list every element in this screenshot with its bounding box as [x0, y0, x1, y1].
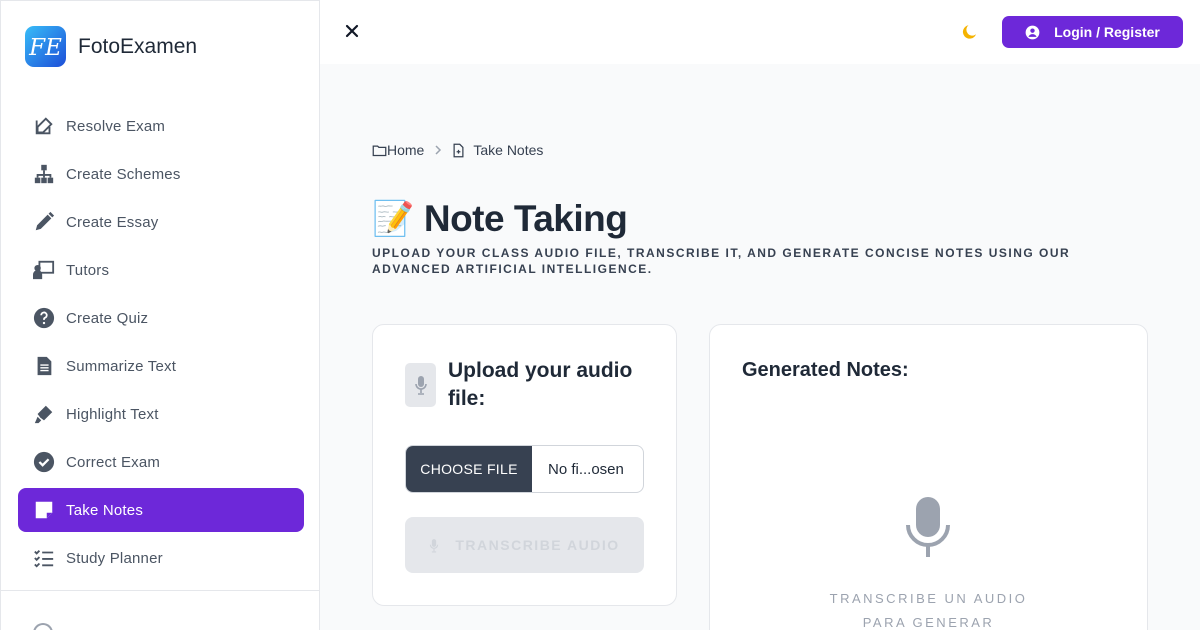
notes-empty-line2: para generar: [862, 615, 995, 630]
edit-square-icon: [33, 115, 55, 137]
transcribe-audio-button[interactable]: TRANSCRIBE AUDIO: [405, 517, 644, 573]
sidebar-item-label: Tutors: [66, 261, 110, 279]
microphone-icon: [405, 363, 436, 407]
sidebar-item-label: Summarize Text: [66, 357, 177, 375]
upload-header: Upload your audio file:: [405, 357, 638, 413]
brand-name: FotoExamen: [78, 34, 198, 58]
sidebar-item-take-notes[interactable]: Take Notes: [18, 488, 304, 532]
checklist-icon: [33, 547, 55, 569]
page-title-text: Note Taking: [423, 198, 628, 239]
hierarchy-icon: [33, 163, 55, 185]
sidebar-item-label: Take Notes: [66, 501, 144, 519]
sidebar-item-label: Create Essay: [66, 213, 159, 231]
sticky-note-icon: [33, 499, 55, 521]
breadcrumb-home[interactable]: Home: [372, 142, 424, 158]
generated-notes-card: Generated Notes: Transcribe un audio par…: [709, 324, 1148, 630]
document-icon: [33, 355, 55, 377]
sidebar-divider: [1, 590, 320, 591]
sidebar-item-highlight-text[interactable]: Highlight Text: [18, 392, 304, 436]
sidebar-item-label: Correct Exam: [66, 453, 161, 471]
sidebar-item-study-planner[interactable]: Study Planner: [18, 536, 304, 580]
logo-text: FE: [28, 35, 62, 61]
sidebar-item-correct-exam[interactable]: Correct Exam: [18, 440, 304, 484]
microphone-icon: [429, 538, 439, 553]
close-icon: [345, 24, 359, 38]
microphone-icon: [903, 495, 953, 566]
settings-icon[interactable]: [33, 623, 53, 630]
folder-icon: [372, 144, 387, 157]
sidebar-item-create-schemes[interactable]: Create Schemes: [18, 152, 304, 196]
notes-title: Generated Notes:: [742, 359, 909, 381]
breadcrumb-current-label: Take Notes: [473, 142, 544, 158]
breadcrumb-current: Take Notes: [452, 142, 543, 158]
audio-file-input[interactable]: CHOOSE FILE No fi...osen: [405, 445, 644, 493]
sidebar-item-label: Create Quiz: [66, 309, 149, 327]
topbar: Login / Register: [320, 0, 1200, 64]
login-register-button[interactable]: Login / Register: [1002, 16, 1183, 48]
close-sidebar-button[interactable]: [342, 21, 362, 41]
notes-empty-line1: Transcribe un audio: [829, 591, 1028, 606]
pencil-icon: [33, 211, 55, 233]
breadcrumb: Home Take Notes: [372, 142, 543, 158]
sidebar-item-resolve-exam[interactable]: Resolve Exam: [18, 104, 304, 148]
brand[interactable]: FE FotoExamen: [25, 26, 197, 67]
tutor-board-icon: [33, 259, 55, 281]
sidebar-item-label: Study Planner: [66, 549, 163, 567]
choose-file-button[interactable]: CHOOSE FILE: [406, 446, 532, 492]
logo: FE: [25, 26, 66, 67]
user-icon: [1025, 25, 1040, 40]
file-status: No fi...osen: [548, 460, 624, 478]
sidebar-item-tutors[interactable]: Tutors: [18, 248, 304, 292]
memo-icon: 📝: [372, 200, 414, 238]
sidebar-nav: Resolve Exam Create Schemes Create Essay…: [18, 104, 304, 584]
check-circle-icon: [33, 451, 55, 473]
breadcrumb-home-label: Home: [387, 142, 425, 158]
question-circle-icon: [33, 307, 55, 329]
upload-title: Upload your audio file:: [448, 359, 633, 410]
sidebar-item-create-essay[interactable]: Create Essay: [18, 200, 304, 244]
main-content: Home Take Notes 📝 Note Taking Upload you…: [320, 64, 1200, 630]
moon-icon: [962, 25, 976, 39]
highlighter-icon: [33, 403, 55, 425]
file-icon: [452, 143, 465, 158]
page-title: 📝 Note Taking: [372, 198, 628, 240]
sidebar-item-summarize-text[interactable]: Summarize Text: [18, 344, 304, 388]
sidebar-item-label: Resolve Exam: [66, 117, 166, 135]
sidebar-item-label: Highlight Text: [66, 405, 159, 423]
transcribe-audio-label: TRANSCRIBE AUDIO: [455, 537, 620, 553]
sidebar-item-create-quiz[interactable]: Create Quiz: [18, 296, 304, 340]
sidebar: FE FotoExamen Resolve Exam Create Scheme…: [0, 0, 320, 630]
theme-toggle-button[interactable]: [961, 23, 979, 41]
sidebar-item-label: Create Schemes: [66, 165, 181, 183]
page-subtitle: Upload your class audio file, transcribe…: [372, 246, 1071, 276]
login-register-label: Login / Register: [1054, 24, 1160, 40]
notes-empty-state: Transcribe un audio para generar: [710, 587, 1147, 630]
upload-card: Upload your audio file: CHOOSE FILE No f…: [372, 324, 677, 606]
chevron-right-icon: [434, 145, 442, 155]
